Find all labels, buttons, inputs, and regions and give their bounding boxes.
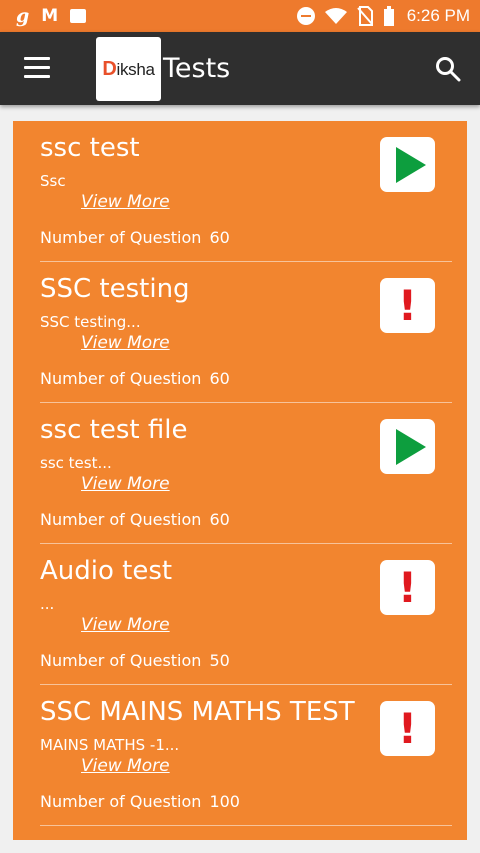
question-count: Number of Question 50: [40, 651, 230, 670]
app-bar: Diksha Tests: [0, 32, 480, 105]
list-item[interactable]: Audio test ... View More Number of Quest…: [40, 544, 452, 685]
view-more-link[interactable]: View More: [81, 474, 170, 494]
test-title: SSC MAINS MATHS TEST: [40, 697, 355, 727]
view-more-link[interactable]: View More: [81, 192, 170, 212]
test-description: ssc test...: [40, 454, 112, 472]
play-icon: [395, 146, 426, 183]
exclamation-icon: !: [397, 703, 418, 753]
play-icon: [395, 428, 426, 465]
view-more-link[interactable]: View More: [81, 756, 170, 776]
test-description: SSC testing...: [40, 313, 141, 331]
play-button[interactable]: [380, 419, 435, 474]
list-item[interactable]: ssc test Ssc View More Number of Questio…: [40, 121, 452, 262]
alert-button[interactable]: !: [380, 560, 435, 615]
view-more-link[interactable]: View More: [81, 615, 170, 635]
page-title: Tests: [163, 53, 231, 84]
g-icon: g: [16, 5, 30, 27]
status-bar: g M 6:26 PM: [0, 0, 480, 32]
wifi-icon: [324, 8, 347, 24]
clock-time: 6:26 PM: [406, 6, 470, 25]
question-count: Number of Question 100: [40, 792, 240, 811]
no-sim-icon: [356, 6, 373, 26]
play-button[interactable]: [380, 137, 435, 192]
list-item[interactable]: SSC MAINS MATHS TEST MAINS MATHS -1... V…: [40, 685, 452, 826]
search-icon[interactable]: [435, 56, 461, 82]
test-title: SSC testing: [40, 274, 190, 304]
dnd-icon: [296, 7, 315, 25]
exclamation-icon: !: [397, 562, 418, 612]
test-description: ...: [40, 595, 55, 613]
battery-icon: [383, 6, 394, 26]
alert-button[interactable]: !: [380, 278, 435, 333]
test-description: MAINS MATHS -1...: [40, 736, 180, 754]
image-icon: [70, 9, 87, 23]
question-count: Number of Question 60: [40, 228, 230, 247]
m-notification-icon: M: [41, 6, 59, 26]
app-logo: Diksha: [96, 37, 161, 101]
question-count: Number of Question 60: [40, 510, 230, 529]
test-title: ssc test: [40, 133, 140, 163]
hamburger-icon[interactable]: [24, 57, 50, 79]
test-title: ssc test file: [40, 415, 188, 445]
list-item[interactable]: ssc test file ssc test... View More Numb…: [40, 403, 452, 544]
test-title: Audio test: [40, 556, 173, 586]
list-item[interactable]: SSC testing SSC testing... View More Num…: [40, 262, 452, 403]
alert-button[interactable]: !: [380, 701, 435, 756]
test-description: Ssc: [40, 172, 66, 190]
exclamation-icon: !: [397, 280, 418, 330]
tests-list: ssc test Ssc View More Number of Questio…: [13, 121, 467, 840]
question-count: Number of Question 60: [40, 369, 230, 388]
view-more-link[interactable]: View More: [81, 333, 170, 353]
